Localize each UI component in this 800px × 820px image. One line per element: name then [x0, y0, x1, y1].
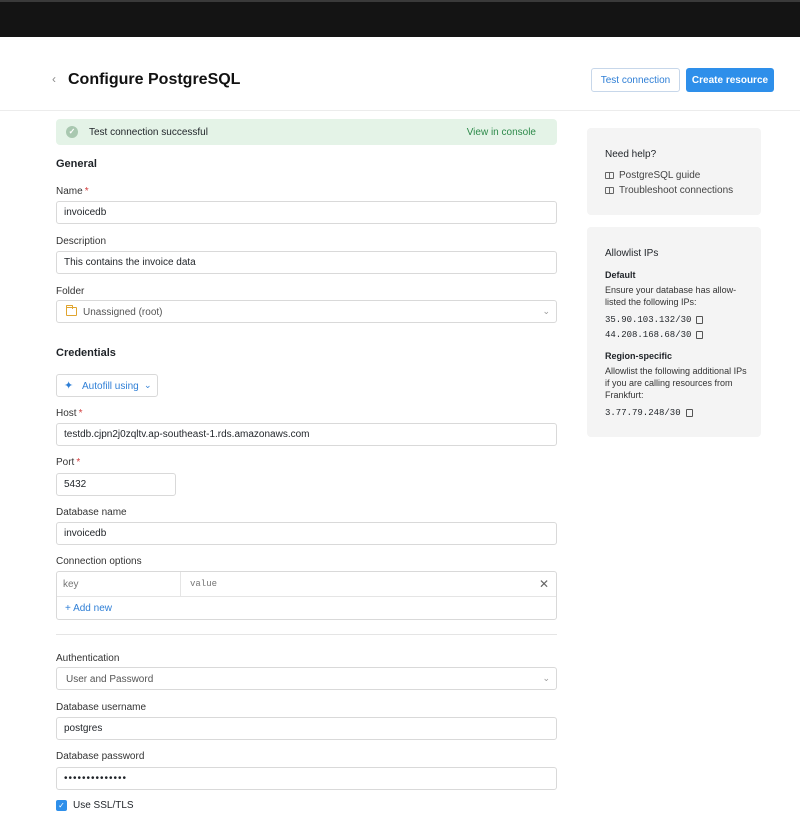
connection-options-table: ✕ + Add new	[56, 571, 557, 620]
database-password-label: Database password	[56, 751, 145, 762]
database-username-label: Database username	[56, 702, 147, 713]
chevron-down-icon: ⌄	[542, 673, 550, 683]
add-new-option-button[interactable]: + Add new	[65, 603, 112, 614]
ip-address: 35.90.103.132/30	[605, 315, 704, 325]
folder-label: Folder	[56, 286, 85, 297]
default-text: Ensure your database has allow-listed th…	[605, 285, 737, 307]
port-label: Port *	[56, 457, 81, 468]
book-icon	[605, 171, 614, 179]
ip-address: 44.208.168.68/30	[605, 330, 704, 340]
allowlist-heading: Allowlist IPs	[605, 248, 659, 259]
copy-icon[interactable]	[696, 315, 704, 324]
test-connection-button[interactable]: Test connection	[591, 68, 680, 92]
authentication-value: User and Password	[66, 674, 154, 685]
description-input[interactable]	[56, 251, 557, 274]
name-input[interactable]	[56, 201, 557, 224]
success-alert: ✓ Test connection successful View in con…	[56, 119, 557, 145]
copy-icon[interactable]	[685, 408, 693, 417]
view-in-console-link[interactable]: View in console	[467, 127, 536, 138]
port-input[interactable]	[56, 473, 176, 496]
create-resource-button[interactable]: Create resource	[686, 68, 774, 92]
check-circle-icon: ✓	[66, 126, 78, 138]
database-username-input[interactable]	[56, 717, 557, 740]
default-heading: Default	[605, 270, 636, 280]
folder-icon	[66, 305, 77, 316]
database-name-label: Database name	[56, 507, 127, 518]
chevron-down-icon: ⌄	[144, 380, 152, 390]
chevron-left-icon[interactable]: ‹	[52, 72, 56, 86]
host-label: Host *	[56, 408, 83, 419]
copy-icon[interactable]	[696, 330, 704, 339]
page-title: Configure PostgreSQL	[68, 71, 241, 88]
authentication-label: Authentication	[56, 653, 120, 664]
troubleshoot-link[interactable]: Troubleshoot connections	[605, 185, 733, 196]
host-input[interactable]	[56, 423, 557, 446]
ip-address: 3.77.79.248/30	[605, 408, 693, 418]
connection-options-label: Connection options	[56, 556, 142, 567]
database-password-input[interactable]: ••••••••••••••	[56, 767, 557, 790]
database-name-input[interactable]	[56, 522, 557, 545]
region-text: Allowlist the following additional IPs i…	[605, 366, 747, 400]
authentication-select[interactable]: User and Password ⌄	[56, 667, 557, 690]
autofill-button[interactable]: ✦ Autofill using ⌄	[56, 374, 158, 397]
sparkle-icon: ✦	[64, 380, 74, 392]
close-icon[interactable]: ✕	[539, 577, 549, 591]
description-label: Description	[56, 236, 107, 247]
option-value-input[interactable]	[182, 572, 540, 596]
alert-message: Test connection successful	[89, 127, 208, 138]
folder-value: Unassigned (root)	[83, 307, 163, 318]
help-panel: Need help? PostgreSQL guide Troubleshoot…	[587, 128, 761, 215]
page-header: ‹ Configure PostgreSQL Test connection C…	[0, 37, 800, 111]
allowlist-panel: Allowlist IPs Default Ensure your databa…	[587, 227, 761, 437]
folder-select[interactable]: Unassigned (root) ⌄	[56, 300, 557, 323]
autofill-label: Autofill using	[82, 381, 139, 392]
top-bar	[0, 0, 800, 37]
option-key-input[interactable]	[57, 572, 181, 596]
ssl-label: Use SSL/TLS	[73, 800, 134, 811]
name-label: Name *	[56, 186, 89, 197]
postgresql-guide-link[interactable]: PostgreSQL guide	[605, 170, 700, 181]
section-divider	[56, 634, 557, 635]
chevron-down-icon: ⌄	[542, 306, 550, 316]
region-heading: Region-specific	[605, 351, 673, 361]
credentials-heading: Credentials	[56, 347, 116, 359]
connection-option-row: ✕	[57, 572, 556, 597]
ssl-checkbox[interactable]: ✓	[56, 800, 67, 811]
help-heading: Need help?	[605, 149, 657, 160]
general-heading: General	[56, 158, 97, 170]
book-icon	[605, 186, 614, 194]
